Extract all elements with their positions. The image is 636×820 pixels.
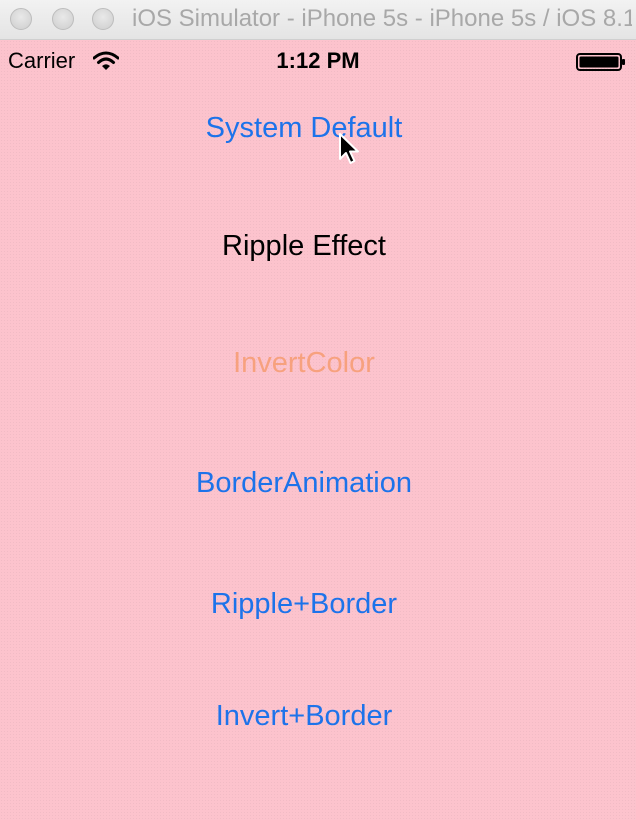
window-titlebar: iOS Simulator - iPhone 5s - iPhone 5s / … [0,0,636,40]
zoom-window-button[interactable] [92,8,114,30]
status-bar: Carrier 1:12 PM [0,40,636,82]
mouse-cursor-icon [339,133,359,164]
invert-border-button[interactable]: Invert+Border [0,698,608,734]
close-window-button[interactable] [10,8,32,30]
border-animation-button[interactable]: BorderAnimation [0,465,608,501]
ripple-effect-button[interactable]: Ripple Effect [0,228,608,264]
system-default-button[interactable]: System Default [0,110,608,146]
minimize-window-button[interactable] [52,8,74,30]
status-clock: 1:12 PM [276,48,360,73]
device-screen: Carrier 1:12 PM System Default Ripple Ef… [0,40,636,820]
window-title: iOS Simulator - iPhone 5s - iPhone 5s / … [132,5,632,32]
invert-color-button[interactable]: InvertColor [0,345,608,381]
ripple-border-button[interactable]: Ripple+Border [0,586,608,622]
simulator-window: iOS Simulator - iPhone 5s - iPhone 5s / … [0,0,636,820]
battery-full-icon [576,53,625,71]
